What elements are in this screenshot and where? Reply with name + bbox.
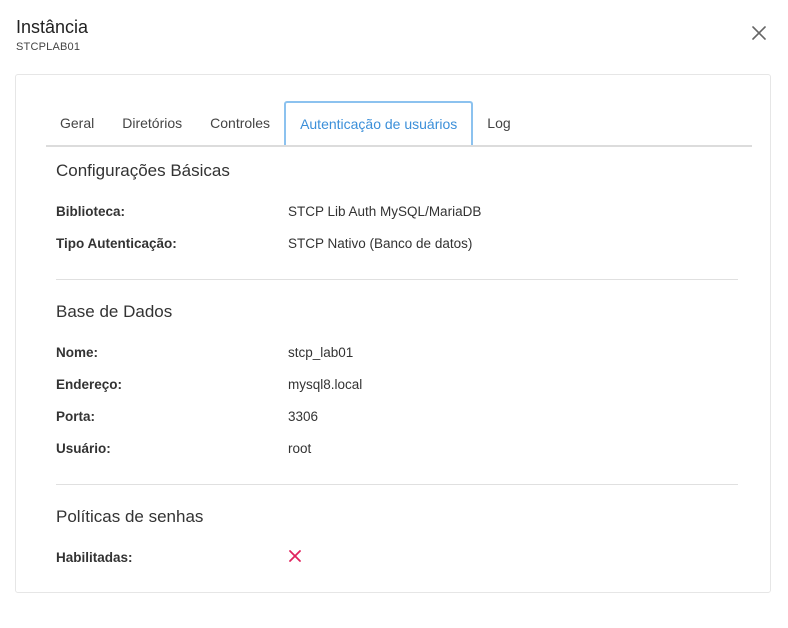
page-title: Instância: [16, 17, 89, 37]
field-row-endereco: Endereço: mysql8.local: [56, 368, 738, 400]
field-value: mysql8.local: [288, 376, 363, 392]
field-value: 3306: [288, 408, 319, 424]
field-label: Tipo Autenticação:: [56, 235, 177, 251]
field-row-usuario: Usuário: root: [56, 432, 738, 464]
field-label: Habilitadas:: [56, 549, 133, 565]
field-value: root: [288, 440, 312, 456]
tab-content: Configurações Básicas Biblioteca: STCP L…: [56, 161, 738, 573]
instance-card: Geral Diretórios Controles Autenticação …: [15, 74, 771, 593]
section-title-password-policy: Políticas de senhas: [56, 507, 204, 526]
close-button[interactable]: [748, 22, 770, 44]
tab-log[interactable]: Log: [473, 101, 524, 145]
field-row-nome: Nome: stcp_lab01: [56, 336, 738, 368]
x-mark-icon: [289, 549, 301, 562]
field-label: Nome:: [56, 344, 99, 360]
tab-autenticacao-usuarios[interactable]: Autenticação de usuários: [284, 101, 474, 145]
field-row-biblioteca: Biblioteca: STCP Lib Auth MySQL/MariaDB: [56, 195, 738, 227]
field-label: Biblioteca:: [56, 203, 126, 219]
field-value: [288, 549, 302, 566]
field-label: Porta:: [56, 408, 96, 424]
section-divider: [56, 279, 738, 280]
modal-header: Instância STCPLAB01: [16, 16, 88, 53]
section-divider: [56, 484, 738, 485]
section-title-database: Base de Dados: [56, 302, 173, 321]
field-label: Endereço:: [56, 376, 123, 392]
tab-diretorios[interactable]: Diretórios: [108, 101, 196, 145]
tab-controles[interactable]: Controles: [196, 101, 284, 145]
field-row-porta: Porta: 3306: [56, 400, 738, 432]
instance-id: STCPLAB01: [16, 41, 81, 53]
close-icon: [752, 26, 766, 40]
section-title-basic: Configurações Básicas: [56, 161, 230, 180]
field-value: STCP Lib Auth MySQL/MariaDB: [288, 203, 482, 219]
field-value: STCP Nativo (Banco de datos): [288, 235, 473, 251]
field-label: Usuário:: [56, 440, 111, 456]
field-row-habilitadas: Habilitadas:: [56, 541, 738, 573]
tab-bar: Geral Diretórios Controles Autenticação …: [46, 101, 752, 147]
field-value: stcp_lab01: [288, 344, 354, 360]
tab-geral[interactable]: Geral: [46, 101, 108, 145]
field-row-tipo-autenticacao: Tipo Autenticação: STCP Nativo (Banco de…: [56, 227, 738, 259]
